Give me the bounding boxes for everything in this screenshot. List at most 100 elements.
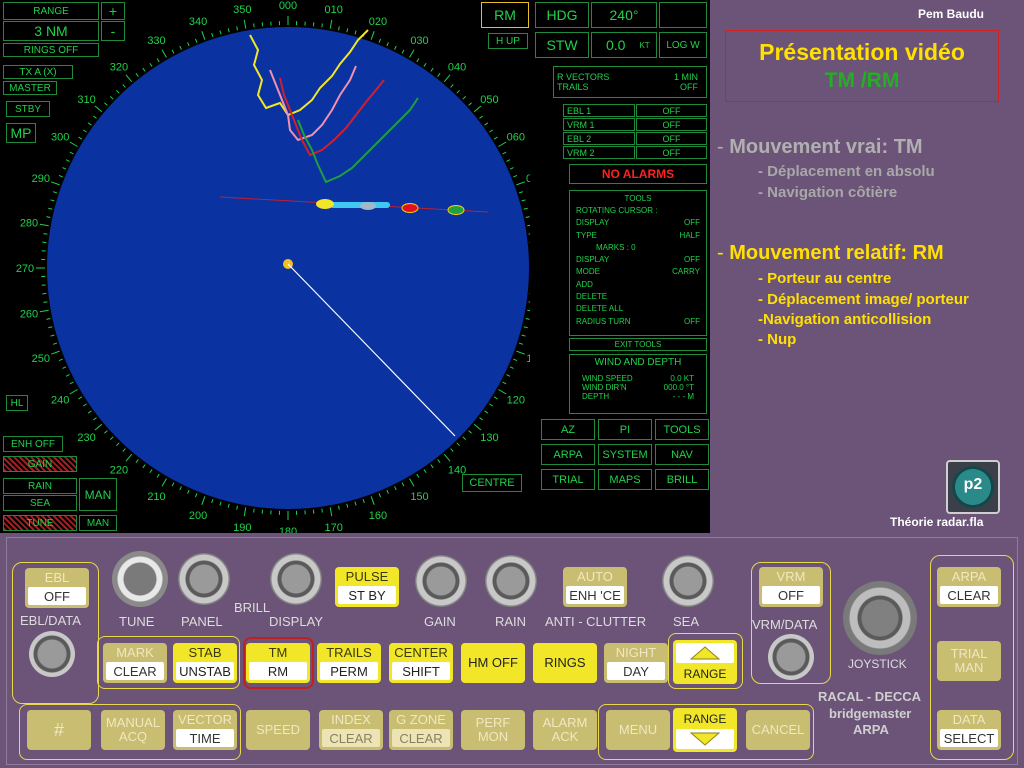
tools-line[interactable]: TYPE HALF [576,230,700,242]
mp-button[interactable]: MP [6,123,36,143]
vrm-off-button[interactable]: VRM OFF [759,567,823,607]
ebl-off-button[interactable]: EBL OFF [25,568,89,608]
grid-button-az[interactable]: AZ [541,419,595,440]
tools-line[interactable]: DELETE ALL [576,303,700,315]
log-w-button[interactable]: LOG W [659,32,707,58]
ebl-data-knob[interactable] [29,631,75,677]
tools-line[interactable]: ADD [576,279,700,291]
manual-acq-button[interactable]: MANUAL ACQ [101,710,165,750]
target-red [401,203,419,213]
vectors-panel: R VECTORS 1 MIN TRAILS OFF [553,66,707,98]
range-plus-button[interactable]: + [101,2,125,20]
grid-button-trial[interactable]: TRIAL [541,469,595,490]
range-up-button[interactable]: RANGE [673,640,737,684]
sea-bar[interactable]: SEA [3,495,77,511]
grid-button-pi[interactable]: PI [598,419,652,440]
exit-tools-button[interactable]: EXIT TOOLS [569,338,707,351]
centre-button[interactable]: CENTRE [462,474,522,492]
display-knob[interactable] [270,553,322,605]
enh-off-button[interactable]: ENH OFF [3,436,63,452]
trails-perm-button[interactable]: TRAILS PERM [317,643,381,683]
bearing-tick [521,199,526,202]
grid-button-arpa[interactable]: ARPA [541,444,595,465]
ebl1-label[interactable]: EBL 1 [563,104,635,117]
grid-button-maps[interactable]: MAPS [598,469,652,490]
stab-button[interactable]: STAB UNSTAB [173,643,237,683]
hm-off-button[interactable]: HM OFF [461,643,525,683]
rm-mode-button[interactable]: RM [481,2,529,28]
man-button-tune[interactable]: MAN [79,515,117,531]
vector-time-button[interactable]: VECTOR TIME [173,710,237,750]
bearing-tick [187,489,190,494]
man-button-sea[interactable]: MAN [79,478,117,511]
tm-rm-button[interactable]: TM RM [246,643,310,683]
bearing-label: 110 [526,353,530,365]
tools-line[interactable]: RADIUS TURN OFF [576,316,700,328]
rain-knob[interactable] [485,555,537,607]
head-up-button[interactable]: H UP [488,33,528,49]
tools-line[interactable]: MODE CARRY [576,266,700,278]
pulse-button[interactable]: PULSE ST BY [335,567,399,607]
tools-line[interactable]: MARKS : 0 [576,242,700,254]
speed-button[interactable]: SPEED [246,710,310,750]
auto-enhance-button[interactable]: AUTO ENH 'CE [563,567,627,607]
joystick[interactable] [843,581,917,655]
gain-knob[interactable] [415,555,467,607]
hl-button[interactable]: HL [6,395,28,411]
gain-bar[interactable]: GAIN [3,456,77,472]
night-day-button[interactable]: NIGHT DAY [604,643,668,683]
tune-bar[interactable]: TUNE [3,515,77,531]
joystick-label: JOYSTICK [848,657,907,671]
tools-line[interactable]: DELETE [576,291,700,303]
range-down-button[interactable]: RANGE [673,708,737,752]
index-clear-button[interactable]: INDEX CLEAR [319,710,383,750]
tx-button[interactable]: TX A (X) [3,65,73,79]
tools-line[interactable]: DISPLAY OFF [576,217,700,229]
rings-button[interactable]: RINGS [533,643,597,683]
grid-button-brill[interactable]: BRILL [655,469,709,490]
hash-button[interactable]: # [27,710,91,750]
bearing-label: 180 [279,526,297,533]
data-select-button[interactable]: DATA SELECT [937,710,1001,750]
vrm2-label[interactable]: VRM 2 [563,146,635,159]
bearing-tick [443,453,451,462]
range-value: 3 NM [3,21,99,41]
arpa-clear-button[interactable]: ARPA CLEAR [937,567,1001,607]
tools-line-key: TYPE [576,230,597,240]
trails-value[interactable]: OFF [680,82,698,92]
gzone-clear-button[interactable]: G ZONE CLEAR [389,710,453,750]
alarm-status[interactable]: NO ALARMS [569,164,707,184]
r-vectors-value[interactable]: 1 MIN [674,72,698,82]
bearing-tick [125,74,133,83]
bearing-tick [156,58,160,63]
cancel-button[interactable]: CANCEL [746,710,810,750]
trial-man-button[interactable]: TRIAL MAN [937,641,1001,681]
menu-button[interactable]: MENU [606,710,670,750]
tools-line[interactable]: DISPLAY OFF [576,254,700,266]
ebl2-label[interactable]: EBL 2 [563,132,635,145]
bearing-tick [219,30,222,35]
master-button[interactable]: MASTER [3,81,57,95]
alarm-ack-button[interactable]: ALARM ACK [533,710,597,750]
grid-button-nav[interactable]: NAV [655,444,709,465]
rain-bar[interactable]: RAIN [3,478,77,494]
file-logo[interactable]: p2 [946,460,1000,514]
perf-mon-button[interactable]: PERF MON [461,710,525,750]
range-minus-button[interactable]: - [101,21,125,41]
bearing-tick [227,28,230,33]
grid-button-tools[interactable]: TOOLS [655,419,709,440]
stby-button[interactable]: STBY [6,101,50,117]
bearing-tick [518,191,524,194]
vrm-data-knob[interactable] [768,634,814,680]
mark-clear-button[interactable]: MARK CLEAR [103,643,167,683]
tools-line-key: MARKS : 0 [596,242,636,252]
center-shift-button[interactable]: CENTER SHIFT [389,643,453,683]
panel-knob[interactable] [178,553,230,605]
grid-button-system[interactable]: SYSTEM [598,444,652,465]
bearing-tick [456,442,460,447]
tune-knob[interactable] [112,551,168,607]
rings-off-button[interactable]: RINGS OFF [3,43,99,57]
vrm1-label[interactable]: VRM 1 [563,118,635,131]
sea-knob[interactable] [662,555,714,607]
tools-line[interactable]: ROTATING CURSOR : [576,205,700,217]
